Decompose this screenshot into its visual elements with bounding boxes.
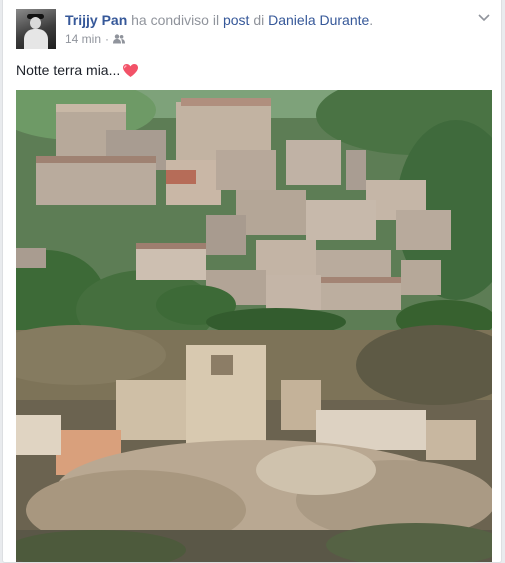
end-punct: .: [369, 12, 374, 28]
author-name-link[interactable]: Trijjy Pan: [65, 12, 127, 28]
message-text: Notte terra mia...: [16, 62, 121, 78]
chevron-down-icon[interactable]: [477, 11, 491, 23]
of-text: di: [253, 12, 265, 28]
avatar[interactable]: [16, 9, 56, 49]
meta-separator: ·: [105, 32, 110, 46]
timestamp-link[interactable]: 14 min: [65, 32, 101, 46]
heart-icon: [122, 63, 139, 78]
post-header: Trijjy Pan ha condiviso il post di Danie…: [65, 11, 373, 29]
post-message: Notte terra mia...: [16, 61, 139, 79]
feed-post: Trijjy Pan ha condiviso il post di Danie…: [2, 0, 502, 563]
shared-action-text: ha condiviso il: [131, 12, 220, 28]
post-link[interactable]: post: [223, 12, 249, 28]
original-author-link[interactable]: Daniela Durante: [268, 12, 369, 28]
friends-icon[interactable]: [113, 34, 126, 44]
post-meta: 14 min ·: [65, 32, 126, 46]
post-photo[interactable]: [16, 90, 492, 562]
